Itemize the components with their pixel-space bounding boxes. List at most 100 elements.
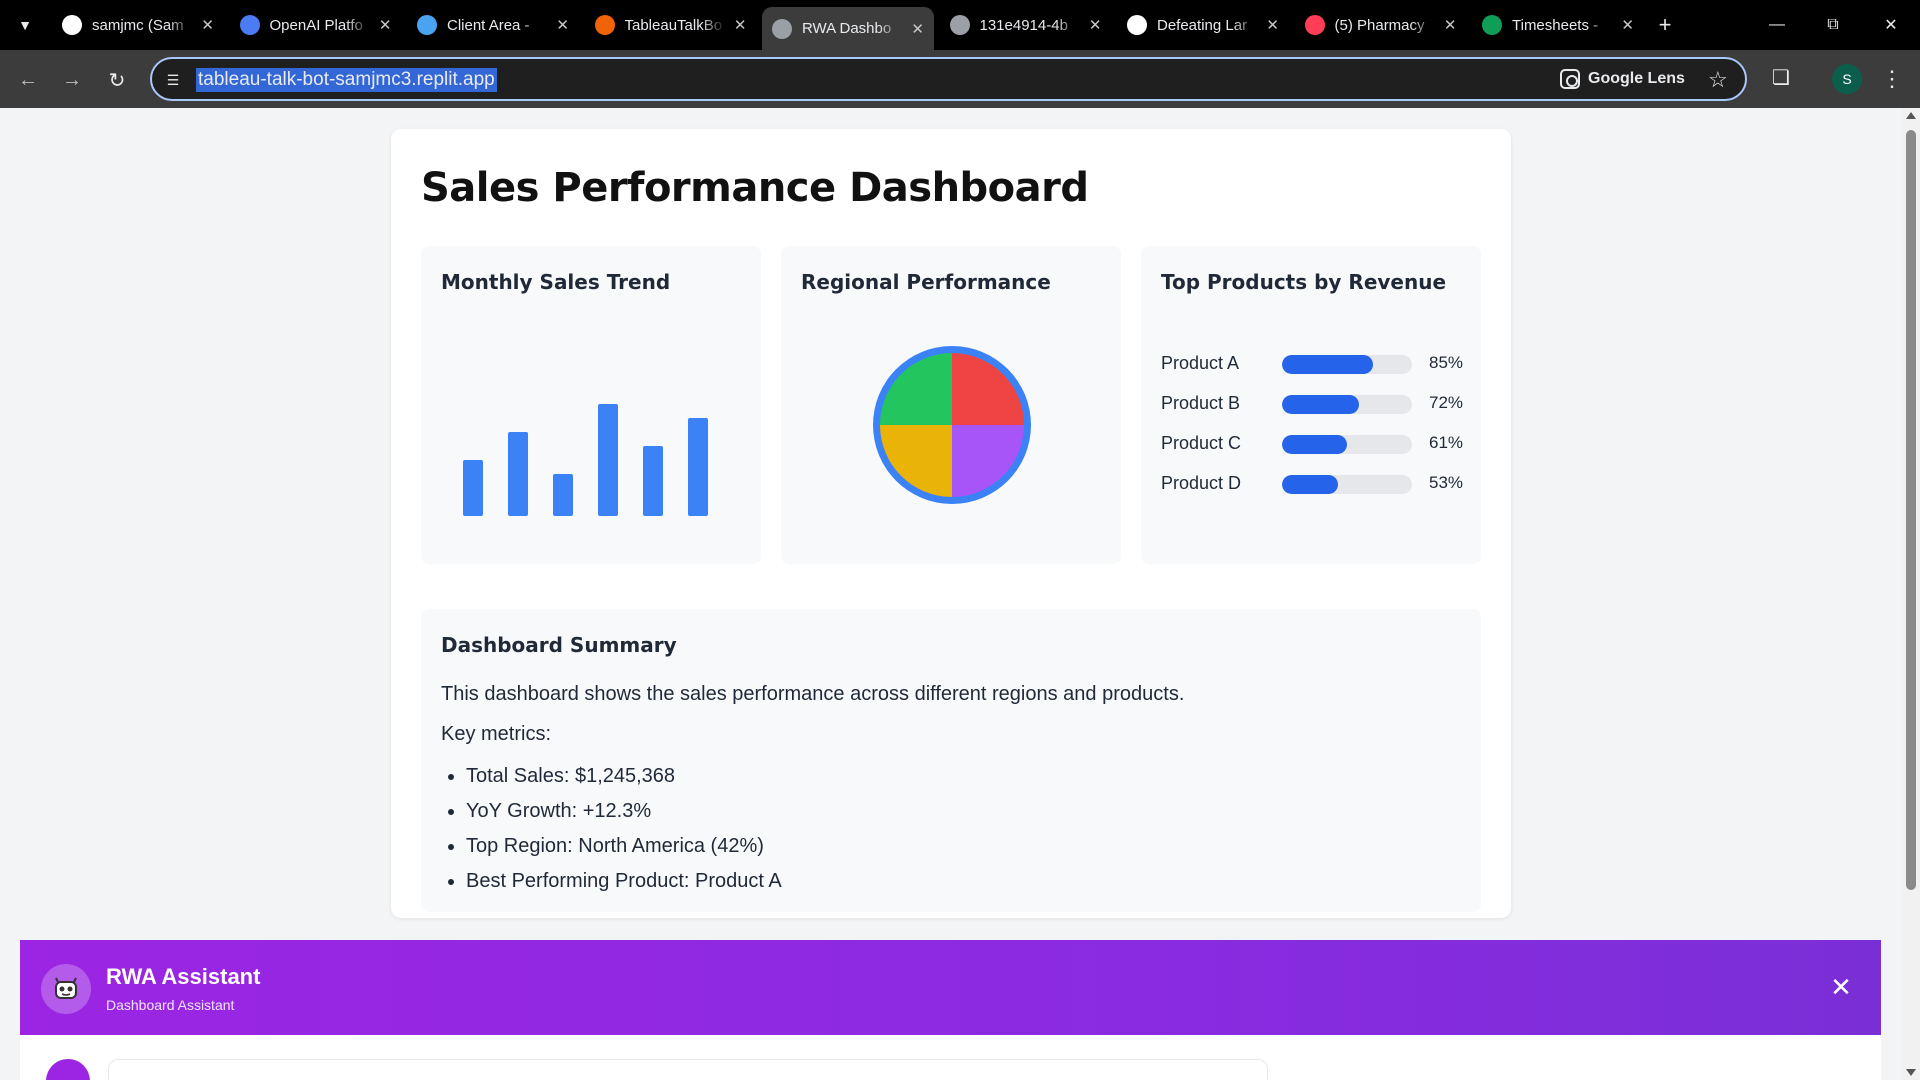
list-item: Total Sales: $1,245,368	[466, 759, 782, 794]
close-tab-icon[interactable]: ✕	[911, 20, 924, 38]
github-icon	[62, 15, 82, 35]
tab-title: Defeating Lar	[1157, 16, 1248, 34]
page-viewport: Sales Performance Dashboard Monthly Sale…	[0, 108, 1902, 1080]
panel-title: Regional Performance	[801, 270, 1051, 294]
tab-search-button[interactable]: ▼	[12, 12, 38, 38]
close-tab-icon[interactable]: ✕	[734, 16, 747, 34]
product-row: Product B 72%	[1161, 391, 1464, 415]
assistant-bot-icon	[41, 964, 91, 1014]
product-row: Product D 53%	[1161, 471, 1463, 495]
close-tab-icon[interactable]: ✕	[1444, 16, 1457, 34]
chat-area	[20, 1035, 1881, 1080]
scrollbar-thumb[interactable]	[1906, 130, 1916, 890]
product-bar-track	[1282, 395, 1412, 414]
google-lens-button[interactable]: Google Lens	[1560, 69, 1685, 89]
browser-tab[interactable]: Defeating Lar ✕	[1117, 7, 1289, 43]
tab-title: 131e4914-4b	[979, 16, 1068, 34]
product-row: Product A 85%	[1161, 351, 1464, 375]
address-bar[interactable]: ☰ tableau-talk-bot-samjmc3.replit.app Go…	[150, 57, 1747, 101]
tab-title: samjmc (Sam	[92, 16, 184, 34]
globe-icon	[772, 18, 792, 39]
browser-tab[interactable]: RWA Dashbo ✕	[762, 7, 934, 50]
product-value: 72%	[1429, 393, 1464, 412]
regional-performance-panel: Regional Performance	[781, 246, 1121, 564]
tab-strip: ▼ samjmc (Sam ✕ OpenAI Platfo ✕ Client Area …	[0, 0, 1920, 50]
monday-icon	[1304, 15, 1325, 35]
assistant-subtitle: Dashboard Assistant	[106, 997, 235, 1013]
bar	[598, 404, 618, 516]
product-name: Product B	[1161, 393, 1241, 413]
minimize-button[interactable]: —	[1762, 10, 1792, 40]
regional-pie-chart	[873, 346, 1031, 504]
close-tab-icon[interactable]: ✕	[556, 16, 569, 34]
openai-icon	[1127, 15, 1147, 35]
panel-title: Top Products by Revenue	[1161, 270, 1447, 294]
assistant-header: RWA Assistant Dashboard Assistant ✕	[20, 940, 1881, 1035]
product-name: Product D	[1161, 473, 1242, 493]
product-bar	[1282, 435, 1348, 454]
close-assistant-button[interactable]: ✕	[1824, 970, 1858, 1004]
restore-button[interactable]: ⧉	[1818, 10, 1848, 40]
bar	[463, 460, 483, 516]
browser-tab[interactable]: Timesheets - ✕	[1472, 7, 1644, 43]
panel-title: Monthly Sales Trend	[441, 270, 671, 294]
close-tab-icon[interactable]: ✕	[1089, 16, 1102, 34]
browser-tab[interactable]: 131e4914-4b ✕	[940, 7, 1112, 43]
browser-toolbar: ← → ↻ ☰ tableau-talk-bot-samjmc3.replit.…	[0, 50, 1920, 108]
globe-icon	[949, 15, 970, 35]
browser-tab[interactable]: TableauTalkBo ✕	[585, 7, 757, 43]
page-scrollbar[interactable]	[1902, 108, 1920, 1080]
key-metrics-list: Total Sales: $1,245,368 YoY Growth: +12.…	[466, 759, 782, 899]
close-tab-icon[interactable]: ✕	[1266, 16, 1279, 34]
back-button[interactable]: ←	[13, 65, 43, 95]
product-bar	[1282, 475, 1339, 494]
product-bar-track	[1282, 435, 1412, 454]
list-item: Best Performing Product: Product A	[466, 864, 782, 899]
product-bar	[1282, 395, 1359, 414]
google-lens-icon	[1560, 69, 1580, 89]
dashboard-card: Sales Performance Dashboard Monthly Sale…	[391, 129, 1511, 918]
product-bar-track	[1282, 475, 1412, 494]
product-bar	[1282, 355, 1373, 374]
tab-title: TableauTalkBo	[624, 16, 723, 34]
pie-slice	[952, 353, 1024, 425]
close-tab-icon[interactable]: ✕	[379, 16, 392, 34]
pie-slice	[952, 425, 1024, 497]
top-products-panel: Top Products by Revenue Product A 85% Prod…	[1141, 246, 1481, 564]
google-lens-label: Google Lens	[1588, 70, 1685, 87]
extensions-icon[interactable]: ❏	[1768, 64, 1794, 90]
new-tab-button[interactable]: +	[1652, 12, 1678, 38]
product-bar-track	[1282, 355, 1412, 374]
site-info-icon[interactable]: ☰	[162, 69, 184, 91]
tab-title: OpenAI Platfo	[269, 16, 363, 34]
assistant-avatar	[46, 1059, 90, 1080]
bar	[688, 418, 708, 516]
pie-slice	[880, 425, 952, 497]
browser-tab[interactable]: samjmc (Sam ✕	[52, 7, 224, 43]
browser-menu-icon[interactable]: ⋮	[1880, 64, 1904, 94]
openai-icon	[239, 15, 260, 35]
forward-button[interactable]: →	[57, 65, 87, 95]
tab-title: Timesheets -	[1512, 16, 1599, 34]
profile-avatar[interactable]: S	[1832, 64, 1862, 94]
reload-button[interactable]: ↻	[102, 65, 132, 95]
bar	[508, 432, 528, 516]
browser-tab[interactable]: (5) Pharmacy ✕	[1295, 7, 1467, 43]
browser-tab[interactable]: OpenAI Platfo ✕	[230, 7, 402, 43]
tab-title: (5) Pharmacy	[1334, 16, 1425, 34]
product-name: Product C	[1161, 433, 1242, 453]
product-value: 61%	[1429, 433, 1464, 452]
client-area-icon	[417, 15, 437, 35]
bookmark-star-icon[interactable]: ☆	[1708, 67, 1728, 93]
close-tab-icon[interactable]: ✕	[201, 16, 214, 34]
close-window-button[interactable]: ✕	[1876, 10, 1906, 40]
list-item: YoY Growth: +12.3%	[466, 794, 782, 829]
scroll-down-icon[interactable]	[1906, 1069, 1916, 1076]
product-name: Product A	[1161, 353, 1240, 373]
product-value: 85%	[1429, 353, 1464, 372]
summary-title: Dashboard Summary	[441, 633, 677, 657]
close-tab-icon[interactable]: ✕	[1621, 16, 1634, 34]
browser-tab[interactable]: Client Area - ✕	[407, 7, 579, 43]
url-text[interactable]: tableau-talk-bot-samjmc3.replit.app	[196, 68, 497, 92]
scroll-up-icon[interactable]	[1906, 112, 1916, 119]
